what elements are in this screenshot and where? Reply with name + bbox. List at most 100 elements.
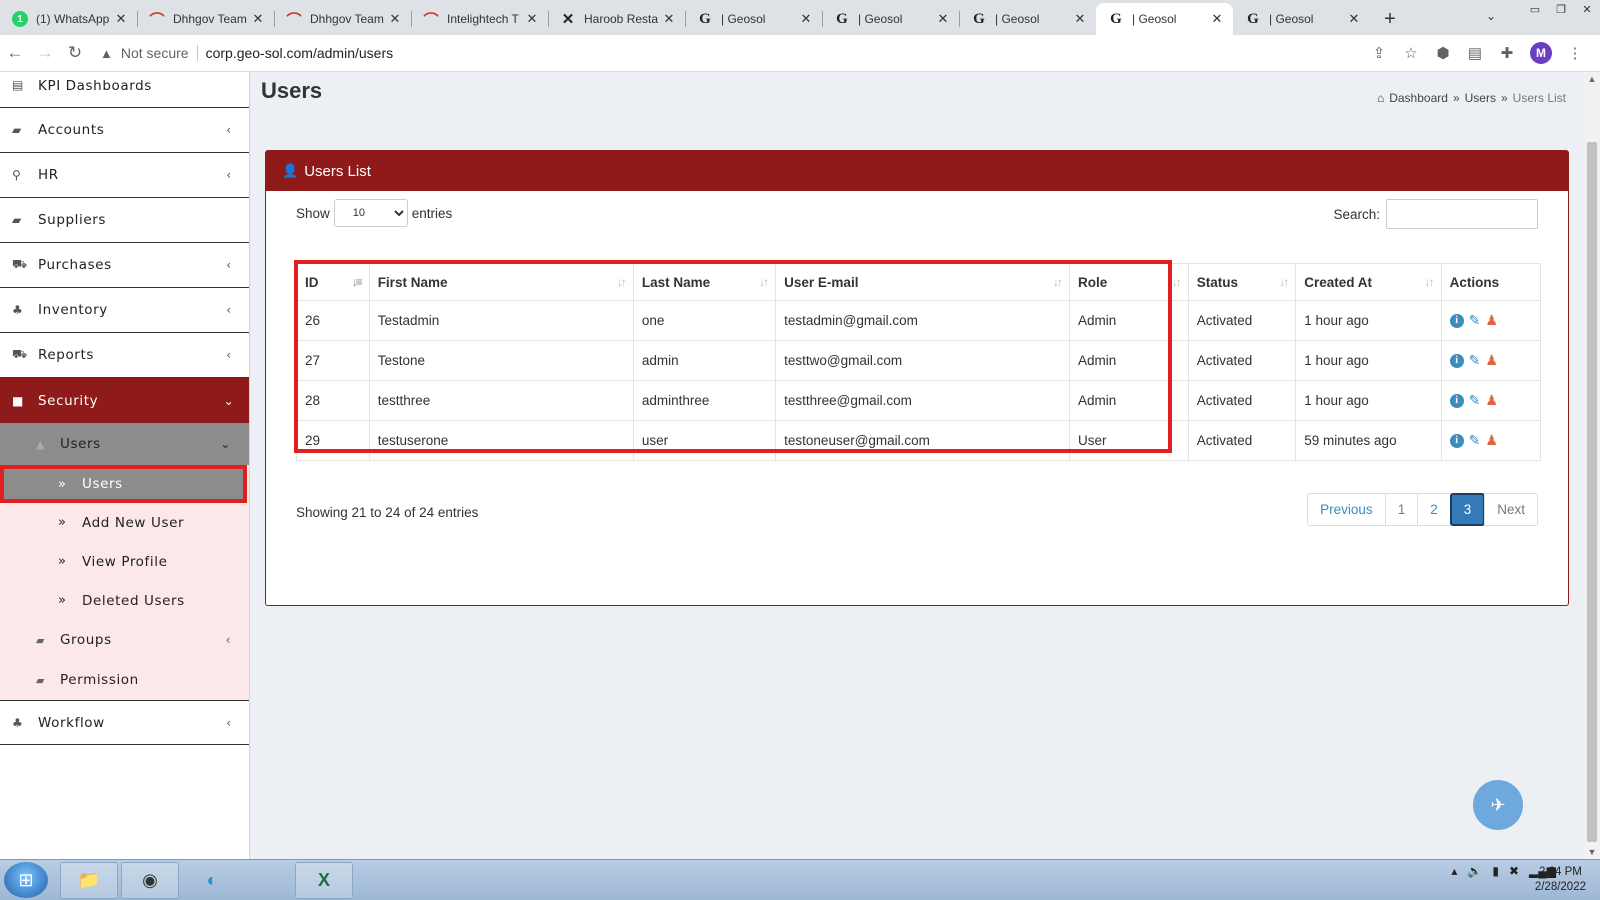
sidebar-item-deleted-users[interactable]: » Deleted Users (0, 581, 249, 620)
edit-icon[interactable]: ✎ (1469, 312, 1481, 329)
new-tab-plus-icon[interactable]: + (1370, 3, 1410, 35)
sidebar-item-add-new-user[interactable]: » Add New User (0, 503, 249, 542)
sidebar-item-security[interactable]: ■ Security ⌄ (0, 378, 249, 423)
tab-close-icon[interactable]: ✕ (935, 11, 951, 27)
browser-tab[interactable]: G | Geosol ✕ (1096, 3, 1233, 35)
back-arrow-icon[interactable]: ← (0, 43, 30, 63)
reload-icon[interactable]: ↻ (60, 43, 90, 63)
address-bar[interactable]: ▲ Not secure corp.geo-sol.com/admin/user… (100, 38, 1370, 68)
forward-arrow-icon[interactable]: → (30, 43, 60, 63)
tab-close-icon[interactable]: ✕ (1072, 11, 1088, 27)
bookmark-star-icon[interactable]: ☆ (1402, 44, 1420, 62)
tab-close-icon[interactable]: ✕ (1209, 11, 1225, 27)
browser-tab[interactable]: ⌒ Dhhgov Team ✕ (137, 3, 274, 35)
info-icon[interactable]: i (1449, 353, 1464, 368)
remove-user-icon[interactable]: ♟ (1485, 312, 1498, 329)
sidebar-item-view-profile[interactable]: » View Profile (0, 542, 249, 581)
taskbar-chrome[interactable]: ◉ (121, 862, 179, 899)
browser-tab[interactable]: ✕ Haroob Resta ✕ (548, 3, 685, 35)
taskbar-edge[interactable]: ◐ (183, 862, 241, 899)
taskbar-file-explorer[interactable]: 📁 (60, 862, 118, 899)
restore-icon[interactable]: ❐ (1548, 0, 1574, 18)
page-scrollbar[interactable]: ▲ ▼ (1584, 72, 1600, 859)
pagination-page-2[interactable]: 2 (1417, 493, 1451, 526)
entries-select[interactable]: 10 (333, 199, 408, 227)
sidebar-item-accounts[interactable]: ▰ Accounts ‹ (0, 108, 249, 153)
edit-icon[interactable]: ✎ (1469, 432, 1481, 449)
tab-close-icon[interactable]: ✕ (1346, 11, 1362, 27)
sidebar-item-workflow[interactable]: ♣ Workflow ‹ (0, 700, 249, 745)
column-header-first-name[interactable]: First Name ↓↑ (368, 263, 634, 301)
search-input[interactable] (1386, 199, 1538, 229)
sidebar-item-purchases[interactable]: ⛟ Purchases ‹ (0, 243, 249, 288)
tab-close-icon[interactable]: ✕ (524, 11, 540, 27)
sidebar-item-kpi-dashboards[interactable]: ▤ KPI Dashboards (0, 72, 249, 108)
column-header-user-e-mail[interactable]: User E-mail ↓↑ (775, 263, 1070, 301)
sidebar-item-suppliers[interactable]: ▰ Suppliers (0, 198, 249, 243)
info-icon[interactable]: i (1449, 433, 1464, 448)
extensions-puzzle-icon[interactable]: ✚ (1498, 44, 1516, 62)
browser-tab[interactable]: 1 (1) WhatsApp ✕ (0, 3, 137, 35)
pagination-page-1[interactable]: 1 (1384, 493, 1419, 526)
minimize-icon[interactable]: ▭ (1522, 0, 1548, 18)
remove-user-icon[interactable]: ♟ (1485, 392, 1498, 409)
scroll-down-icon[interactable]: ▼ (1584, 847, 1600, 857)
sort-both-icon: ↓↑ (616, 275, 627, 289)
pagination-next[interactable]: Next (1484, 493, 1538, 526)
sidebar-item-reports[interactable]: ⛟ Reports ‹ (0, 333, 249, 378)
extension-shield-icon[interactable]: ⬢ (1434, 44, 1452, 62)
browser-tab[interactable]: ⌒ Intelightech T ✕ (411, 3, 548, 35)
browser-tab[interactable]: G | Geosol ✕ (959, 3, 1096, 35)
sidebar-item-hr[interactable]: ⚲ HR ‹ (0, 153, 249, 198)
floating-action-button[interactable]: ✈ (1473, 780, 1523, 830)
profile-avatar[interactable]: M (1530, 42, 1552, 64)
browser-tab[interactable]: G | Geosol ✕ (822, 3, 959, 35)
scrollbar-thumb[interactable] (1587, 142, 1597, 842)
kebab-menu-icon[interactable]: ⋮ (1566, 44, 1584, 62)
url-text[interactable]: corp.geo-sol.com/admin/users (206, 45, 394, 61)
pagination-page-3[interactable]: 3 (1449, 493, 1486, 526)
remove-user-icon[interactable]: ♟ (1485, 352, 1498, 369)
volume-icon[interactable]: 🔊 (1467, 864, 1482, 878)
sidebar-item-users-group[interactable]: ▲ Users ⌄ (0, 423, 249, 465)
column-header-label: First Name (377, 274, 448, 290)
column-header-id[interactable]: ID ↓≡ (296, 263, 370, 301)
column-header-created-at[interactable]: Created At ↓↑ (1295, 263, 1442, 301)
power-icon[interactable]: ▮ (1492, 864, 1499, 878)
breadcrumb-link-users[interactable]: Users (1465, 91, 1496, 105)
edit-icon[interactable]: ✎ (1469, 392, 1481, 409)
pagination-previous[interactable]: Previous (1307, 493, 1386, 526)
close-window-icon[interactable]: ✕ (1574, 0, 1600, 18)
info-icon[interactable]: i (1449, 313, 1464, 328)
tab-close-icon[interactable]: ✕ (798, 11, 814, 27)
edit-icon[interactable]: ✎ (1469, 352, 1481, 369)
sidebar-item-groups[interactable]: ▰ Groups ‹ (0, 620, 249, 660)
breadcrumb-link-dashboard[interactable]: Dashboard (1389, 91, 1448, 105)
tab-search-chevron-icon[interactable]: ⌄ (1486, 9, 1496, 23)
share-icon[interactable]: ⇪ (1370, 44, 1388, 62)
sidebar-item-permission[interactable]: ▰ Permission (0, 660, 249, 700)
browser-tab[interactable]: ⌒ Dhhgov Team ✕ (274, 3, 411, 35)
tab-close-icon[interactable]: ✕ (661, 11, 677, 27)
sidebar-item-users[interactable]: » Users (0, 465, 247, 503)
column-header-last-name[interactable]: Last Name ↓↑ (632, 263, 777, 301)
column-header-status[interactable]: Status ↓↑ (1187, 263, 1297, 301)
tab-close-icon[interactable]: ✕ (387, 11, 403, 27)
column-header-role[interactable]: Role ↓↑ (1069, 263, 1189, 301)
taskbar-excel[interactable]: X (295, 862, 353, 899)
sidebar-item-inventory[interactable]: ♣ Inventory ‹ (0, 288, 249, 333)
browser-tab[interactable]: G | Geosol ✕ (1233, 3, 1370, 35)
network-warning-icon[interactable]: ✖ (1509, 864, 1519, 878)
remove-user-icon[interactable]: ♟ (1485, 432, 1498, 449)
info-icon[interactable]: i (1449, 393, 1464, 408)
tab-close-icon[interactable]: ✕ (113, 11, 129, 27)
start-button[interactable]: ⊞ (4, 862, 48, 898)
system-clock[interactable]: 2:24 PM 2/28/2022 (1535, 865, 1586, 895)
tab-close-icon[interactable]: ✕ (250, 11, 266, 27)
warning-icon[interactable]: ▲ (100, 46, 113, 61)
scroll-up-icon[interactable]: ▲ (1584, 74, 1600, 84)
table-cell-status: Activated (1187, 340, 1297, 381)
tray-expand-icon[interactable]: ▴ (1451, 864, 1457, 878)
clipboard-icon[interactable]: ▤ (1466, 44, 1484, 62)
browser-tab[interactable]: G | Geosol ✕ (685, 3, 822, 35)
